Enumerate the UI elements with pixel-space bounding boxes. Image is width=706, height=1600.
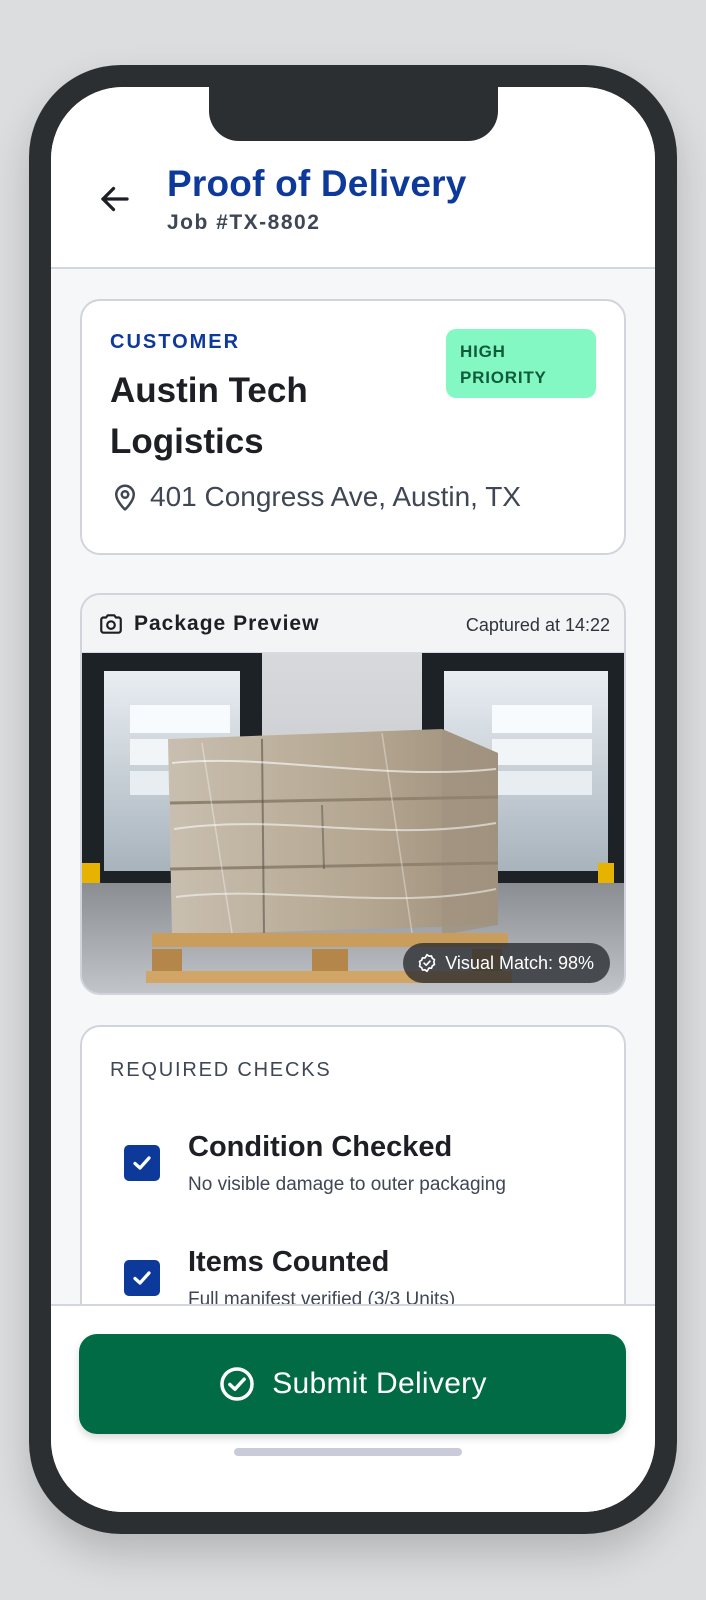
page-title: Proof of Delivery: [167, 163, 467, 204]
footer-bar: Submit Delivery: [51, 1304, 655, 1512]
checks-label: REQUIRED CHECKS: [110, 1059, 332, 1081]
phone-frame: Proof of Delivery Job #TX-8802 CUSTOMER …: [29, 65, 677, 1534]
check-text: Items Counted Full manifest verified (3/…: [188, 1246, 455, 1311]
camera-icon: [100, 614, 122, 634]
preview-title: Package Preview: [134, 612, 320, 635]
priority-badge: HIGH PRIORITY: [446, 329, 596, 398]
captured-time: Captured at 14:22: [465, 615, 610, 635]
back-button[interactable]: [91, 175, 139, 223]
submit-label: Submit Delivery: [272, 1367, 487, 1400]
phone-notch: [209, 87, 498, 141]
checkmark-icon: [133, 1156, 151, 1170]
check-title: Condition Checked: [188, 1131, 453, 1163]
check-description: No visible damage to outer packaging: [188, 1174, 506, 1195]
customer-card: CUSTOMER Austin Tech Logistics HIGH PRIO…: [80, 299, 626, 555]
verified-badge-icon: [418, 953, 436, 973]
check-checkbox[interactable]: [124, 1145, 160, 1181]
job-id: Job #TX-8802: [167, 211, 321, 234]
check-title: Items Counted: [188, 1246, 390, 1278]
check-circle-icon: [220, 1367, 255, 1401]
customer-address: 401 Congress Ave, Austin, TX: [150, 481, 521, 512]
customer-name: Austin Tech Logistics: [110, 371, 308, 461]
submit-delivery-button[interactable]: Submit Delivery: [79, 1334, 626, 1434]
preview-title-row: Package Preview: [98, 611, 319, 637]
check-item-condition[interactable]: Condition Checked No visible damage to o…: [124, 1131, 506, 1196]
check-checkbox[interactable]: [124, 1260, 160, 1296]
customer-label: CUSTOMER: [110, 331, 241, 353]
package-photo[interactable]: Visual Match: 98%: [82, 653, 624, 993]
visual-match-badge: Visual Match: 98%: [403, 943, 610, 983]
visual-match-text: Visual Match: 98%: [445, 952, 594, 973]
check-text: Condition Checked No visible damage to o…: [188, 1131, 506, 1196]
checkmark-icon: [133, 1271, 151, 1285]
map-pin-icon: [115, 484, 135, 511]
app-screen: Proof of Delivery Job #TX-8802 CUSTOMER …: [51, 87, 655, 1512]
address-row: 401 Congress Ave, Austin, TX: [110, 481, 521, 513]
arrow-left-icon: [101, 186, 129, 212]
preview-header: Package Preview Captured at 14:22: [82, 595, 624, 653]
check-item-items-counted[interactable]: Items Counted Full manifest verified (3/…: [124, 1246, 455, 1311]
package-preview-card: Package Preview Captured at 14:22 Visual…: [80, 593, 626, 995]
home-indicator[interactable]: [234, 1448, 462, 1456]
